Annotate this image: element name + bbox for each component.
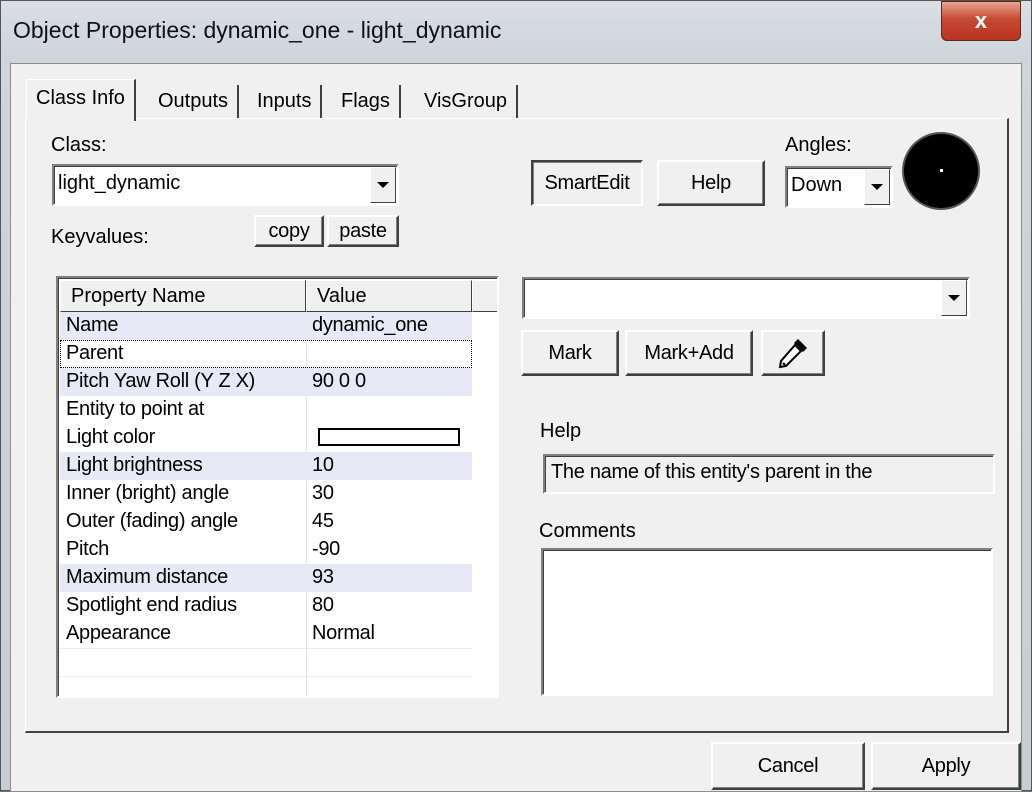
property-name: Outer (fading) angle bbox=[66, 510, 238, 532]
property-value: dynamic_one bbox=[312, 314, 428, 336]
value-editor-dropdown[interactable] bbox=[522, 277, 970, 319]
dialog-client-area: Class Info Outputs Inputs Flags VisGroup… bbox=[10, 63, 1022, 792]
property-name: Spotlight end radius bbox=[66, 594, 237, 616]
title-bar[interactable]: Object Properties: dynamic_one - light_d… bbox=[1, 1, 1032, 63]
tab-flags[interactable]: Flags bbox=[332, 85, 401, 119]
class-dropdown[interactable]: light_dynamic bbox=[52, 164, 399, 206]
property-name: Light color bbox=[66, 426, 155, 448]
property-value: 45 bbox=[312, 510, 334, 532]
table-row[interactable]: Inner (bright) angle 30 bbox=[60, 480, 472, 508]
property-value: 10 bbox=[312, 454, 334, 476]
property-name: Parent bbox=[66, 342, 124, 364]
tab-class-info[interactable]: Class Info bbox=[26, 79, 136, 121]
property-value: Normal bbox=[312, 622, 375, 644]
property-name: Light brightness bbox=[66, 454, 203, 476]
angle-dial-center bbox=[940, 169, 943, 172]
angles-dropdown-arrow[interactable] bbox=[864, 169, 890, 205]
mark-add-button[interactable]: Mark+Add bbox=[625, 330, 753, 376]
window-title: Object Properties: dynamic_one - light_d… bbox=[13, 17, 502, 43]
comments-textarea[interactable] bbox=[541, 548, 993, 696]
table-row[interactable]: Maximum distance 93 bbox=[60, 564, 472, 592]
table-row[interactable]: Parent bbox=[60, 340, 472, 368]
property-table-header: Property Name Value bbox=[60, 280, 497, 312]
tab-visgroup[interactable]: VisGroup bbox=[415, 85, 519, 119]
chevron-down-icon bbox=[871, 184, 883, 190]
tab-strip: Class Info Outputs Inputs Flags VisGroup bbox=[26, 79, 726, 121]
value-editor-arrow[interactable] bbox=[941, 280, 967, 316]
copy-button[interactable]: copy bbox=[254, 215, 324, 247]
property-table[interactable]: Property Name Value Name dynamic_one Par… bbox=[56, 276, 499, 698]
table-row[interactable]: Pitch Yaw Roll (Y Z X) 90 0 0 bbox=[60, 368, 472, 396]
paste-button[interactable]: paste bbox=[327, 215, 399, 247]
help-label: Help bbox=[540, 420, 582, 442]
mark-button[interactable]: Mark bbox=[521, 330, 619, 376]
column-header-value[interactable]: Value bbox=[306, 280, 472, 312]
table-row[interactable]: Entity to point at bbox=[60, 396, 472, 424]
class-label: Class: bbox=[51, 134, 107, 156]
table-row[interactable]: Name dynamic_one bbox=[60, 312, 472, 340]
table-row[interactable]: Outer (fading) angle 45 bbox=[60, 508, 472, 536]
property-value: 90 0 0 bbox=[312, 370, 366, 392]
angles-label: Angles: bbox=[785, 134, 852, 156]
eyedropper-button[interactable] bbox=[761, 330, 825, 376]
table-row[interactable]: Pitch -90 bbox=[60, 536, 472, 564]
property-name: Appearance bbox=[66, 622, 171, 644]
empty-row-divider bbox=[60, 676, 472, 677]
smartedit-button[interactable]: SmartEdit bbox=[531, 160, 643, 206]
table-row[interactable]: Spotlight end radius 80 bbox=[60, 592, 472, 620]
keyvalues-label: Keyvalues: bbox=[51, 226, 149, 248]
help-text-box: The name of this entity's parent in the bbox=[543, 454, 995, 494]
angles-dropdown[interactable]: Down bbox=[785, 166, 893, 208]
property-value: 30 bbox=[312, 482, 334, 504]
cancel-button[interactable]: Cancel bbox=[711, 742, 865, 790]
table-row[interactable]: Appearance Normal bbox=[60, 620, 472, 648]
light-color-swatch[interactable] bbox=[318, 428, 460, 446]
column-header-property-name[interactable]: Property Name bbox=[60, 280, 306, 312]
close-icon: x bbox=[974, 8, 988, 33]
eyedropper-icon bbox=[778, 339, 807, 369]
apply-button[interactable]: Apply bbox=[871, 742, 1021, 790]
property-name: Inner (bright) angle bbox=[66, 482, 229, 504]
column-header-filler bbox=[472, 280, 497, 312]
empty-row-divider bbox=[60, 648, 472, 649]
class-dropdown-value: light_dynamic bbox=[58, 172, 181, 194]
table-row[interactable]: Light brightness 10 bbox=[60, 452, 472, 480]
property-name: Name bbox=[66, 314, 119, 336]
property-value: -90 bbox=[312, 538, 341, 560]
property-value: 93 bbox=[312, 566, 334, 588]
property-value: 80 bbox=[312, 594, 334, 616]
chevron-down-icon bbox=[948, 295, 960, 301]
tab-outputs[interactable]: Outputs bbox=[149, 85, 240, 119]
comments-label: Comments bbox=[539, 520, 636, 542]
chevron-down-icon bbox=[377, 182, 389, 188]
table-row[interactable]: Light color bbox=[60, 424, 472, 452]
property-name: Maximum distance bbox=[66, 566, 228, 588]
object-properties-window: Object Properties: dynamic_one - light_d… bbox=[0, 0, 1032, 792]
angles-dropdown-value: Down bbox=[791, 174, 843, 196]
class-dropdown-arrow[interactable] bbox=[370, 167, 396, 203]
property-name: Pitch Yaw Roll (Y Z X) bbox=[66, 370, 256, 392]
property-name: Entity to point at bbox=[66, 398, 205, 420]
help-button[interactable]: Help bbox=[657, 160, 765, 206]
close-button[interactable]: x bbox=[941, 1, 1021, 41]
angle-dial-icon[interactable] bbox=[904, 134, 978, 208]
property-name: Pitch bbox=[66, 538, 109, 560]
tab-inputs[interactable]: Inputs bbox=[248, 85, 323, 119]
